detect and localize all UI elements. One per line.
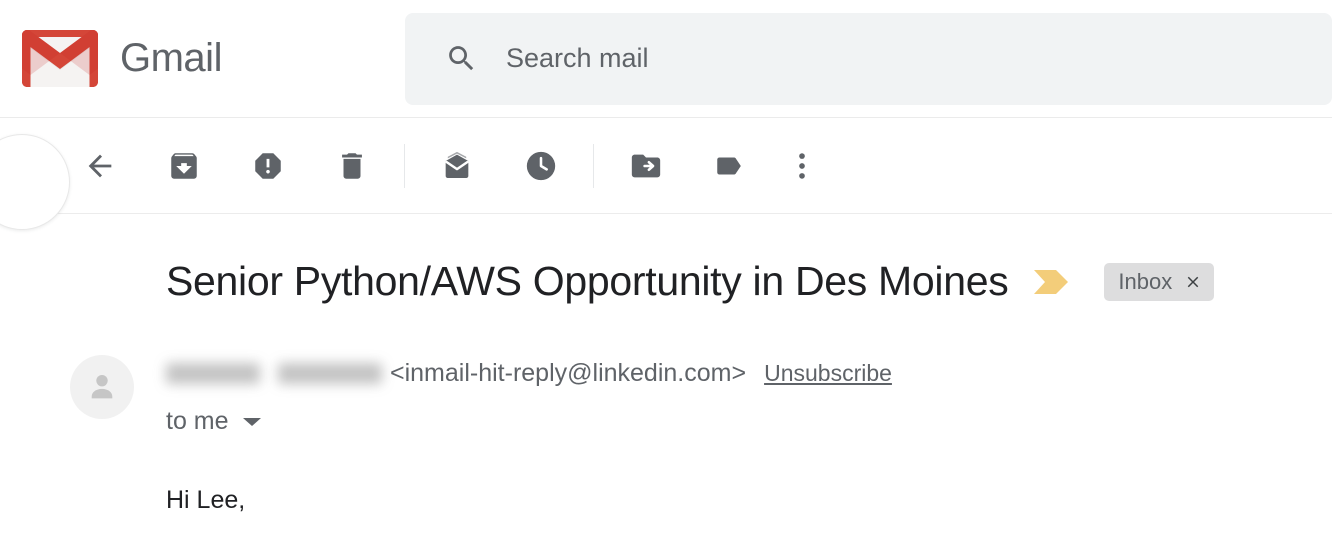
delete-button[interactable] bbox=[324, 138, 380, 194]
sender-line: <inmail-hit-reply@linkedin.com> Unsubscr… bbox=[166, 355, 892, 391]
importance-chevron-icon[interactable] bbox=[1032, 268, 1072, 296]
folder-move-icon bbox=[629, 149, 663, 183]
unsubscribe-link[interactable]: Unsubscribe bbox=[764, 360, 892, 387]
chevron-down-icon[interactable] bbox=[242, 417, 261, 426]
inbox-label-text: Inbox bbox=[1118, 269, 1173, 294]
message-toolbar bbox=[0, 118, 1332, 230]
trash-icon bbox=[335, 149, 369, 183]
mark-unread-button[interactable] bbox=[429, 138, 485, 194]
message-pane: Senior Python/AWS Opportunity in Des Moi… bbox=[0, 215, 1332, 520]
more-options-button[interactable] bbox=[774, 138, 830, 194]
recipient-text: to me bbox=[166, 407, 229, 435]
close-x-icon[interactable] bbox=[1184, 273, 1202, 291]
search-bar[interactable] bbox=[405, 12, 1332, 105]
brand-name: Gmail bbox=[120, 36, 222, 80]
gmail-envelope-logo-icon[interactable] bbox=[22, 30, 98, 87]
back-to-inbox-button[interactable] bbox=[72, 138, 128, 194]
person-avatar-icon bbox=[83, 368, 121, 406]
move-to-button[interactable] bbox=[618, 138, 674, 194]
archive-icon bbox=[167, 149, 201, 183]
search-input[interactable] bbox=[506, 12, 1332, 105]
toolbar-area bbox=[0, 118, 1332, 230]
report-spam-button[interactable] bbox=[240, 138, 296, 194]
archive-button[interactable] bbox=[156, 138, 212, 194]
search-icon bbox=[445, 42, 478, 75]
message-body: Hi Lee, bbox=[166, 486, 246, 514]
report-spam-icon bbox=[251, 149, 285, 183]
labels-button[interactable] bbox=[702, 138, 758, 194]
mark-unread-envelope-icon bbox=[440, 149, 474, 183]
subject-row: Senior Python/AWS Opportunity in Des Moi… bbox=[166, 255, 1308, 309]
sender-block: <inmail-hit-reply@linkedin.com> Unsubscr… bbox=[70, 353, 1308, 520]
inbox-label-chip[interactable]: Inbox bbox=[1104, 263, 1215, 301]
message-subject: Senior Python/AWS Opportunity in Des Moi… bbox=[166, 258, 1009, 305]
redacted-first-name bbox=[166, 362, 260, 384]
snooze-button[interactable] bbox=[513, 138, 569, 194]
app-header: Gmail bbox=[0, 0, 1332, 118]
avatar[interactable] bbox=[70, 355, 134, 419]
sender-name-redacted bbox=[166, 358, 382, 388]
label-tag-icon bbox=[713, 149, 747, 183]
brand-area: Gmail bbox=[0, 0, 405, 117]
toolbar-divider bbox=[593, 143, 594, 188]
clock-icon bbox=[524, 149, 558, 183]
arrow-left-icon bbox=[83, 149, 117, 183]
redacted-last-name bbox=[278, 362, 382, 384]
more-vertical-dots-icon bbox=[785, 149, 819, 183]
recipient-line[interactable]: to me bbox=[166, 407, 261, 436]
sender-info: <inmail-hit-reply@linkedin.com> Unsubscr… bbox=[166, 353, 892, 520]
toolbar-divider bbox=[404, 143, 405, 188]
sender-email[interactable]: <inmail-hit-reply@linkedin.com> bbox=[390, 359, 746, 388]
